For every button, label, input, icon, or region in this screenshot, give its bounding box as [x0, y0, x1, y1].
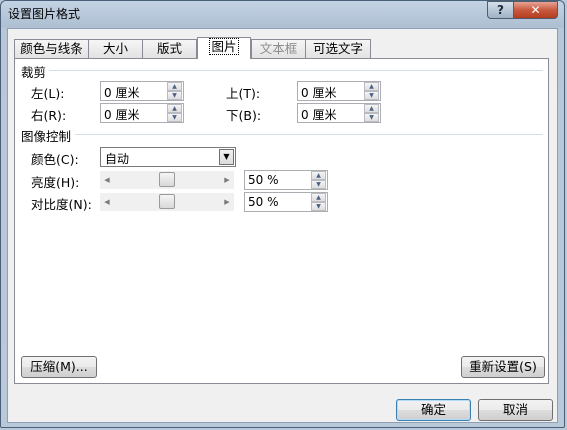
tab-label: 可选文字	[312, 41, 363, 56]
title-bar[interactable]: 设置图片格式 ? ✕	[1, 1, 564, 25]
cancel-button[interactable]: 取消	[478, 399, 553, 421]
crop-top-spinner[interactable]: 0 厘米 ▲ ▼	[297, 81, 381, 101]
spin-down-icon[interactable]: ▼	[167, 91, 182, 100]
crop-left-label: 左(L):	[31, 86, 65, 101]
crop-right-spinner[interactable]: 0 厘米 ▲ ▼	[100, 103, 184, 123]
arrow-left-icon[interactable]: ◀	[102, 196, 112, 208]
arrow-right-icon[interactable]: ▶	[222, 174, 232, 186]
brightness-value[interactable]: 50 %	[248, 173, 279, 187]
tab-label: 大小	[102, 41, 128, 56]
crop-top-label: 上(T):	[226, 86, 261, 101]
spin-down-icon[interactable]: ▼	[364, 113, 379, 122]
contrast-slider-thumb[interactable]	[159, 194, 175, 209]
brightness-slider[interactable]: ◀ ▶	[100, 171, 234, 189]
crop-right-value[interactable]: 0 厘米	[104, 106, 139, 123]
image-control-separator	[75, 134, 543, 135]
picture-panel: 裁剪 左(L): 0 厘米 ▲ ▼ 上(T): 0 厘米 ▲ ▼ 右(R): 0 厘…	[14, 58, 549, 384]
image-control-section-title: 图像控制	[21, 129, 72, 144]
color-select-value: 自动	[105, 152, 130, 166]
spin-down-icon[interactable]: ▼	[311, 202, 326, 211]
brightness-label: 亮度(H):	[31, 175, 80, 190]
crop-left-value[interactable]: 0 厘米	[104, 84, 139, 101]
spin-up-icon[interactable]: ▲	[364, 82, 379, 91]
spin-up-icon[interactable]: ▲	[364, 104, 379, 113]
spin-down-icon[interactable]: ▼	[364, 91, 379, 100]
help-button[interactable]: ?	[487, 1, 514, 19]
contrast-spinner[interactable]: 50 % ▲ ▼	[244, 192, 328, 212]
arrow-left-icon[interactable]: ◀	[102, 174, 112, 186]
color-label: 颜色(C):	[31, 152, 79, 167]
tab-label: 版式	[156, 41, 182, 56]
tab-size[interactable]: 大小	[88, 39, 143, 58]
crop-section-title: 裁剪	[21, 65, 47, 80]
tab-alt-text[interactable]: 可选文字	[305, 39, 371, 58]
chevron-down-icon[interactable]: ▼	[219, 149, 234, 165]
arrow-right-icon[interactable]: ▶	[222, 196, 232, 208]
tab-color-lines[interactable]: 颜色与线条	[14, 39, 89, 58]
crop-left-spinner[interactable]: 0 厘米 ▲ ▼	[100, 81, 184, 101]
dialog-body: 颜色与线条 大小 版式 图片 文本框 可选文字 裁剪 左(L): 0 厘米 ▲ ▼…	[7, 28, 558, 423]
color-select[interactable]: 自动 ▼	[100, 147, 236, 167]
tab-label: 图片	[209, 38, 239, 55]
brightness-slider-thumb[interactable]	[159, 172, 175, 187]
spin-up-icon[interactable]: ▲	[167, 82, 182, 91]
contrast-label: 对比度(N):	[31, 197, 92, 212]
crop-bottom-label: 下(B):	[226, 108, 262, 123]
reset-button[interactable]: 重新设置(S)	[461, 356, 545, 378]
spin-down-icon[interactable]: ▼	[167, 113, 182, 122]
spin-down-icon[interactable]: ▼	[311, 180, 326, 189]
tab-textbox: 文本框	[251, 39, 306, 58]
contrast-value[interactable]: 50 %	[248, 195, 279, 209]
brightness-spinner[interactable]: 50 % ▲ ▼	[244, 170, 328, 190]
spin-up-icon[interactable]: ▲	[167, 104, 182, 113]
tab-picture[interactable]: 图片	[197, 37, 251, 59]
ok-button[interactable]: 确定	[396, 399, 471, 421]
tab-layout[interactable]: 版式	[142, 39, 197, 58]
crop-bottom-value[interactable]: 0 厘米	[301, 106, 336, 123]
dialog-window: 设置图片格式 ? ✕ 颜色与线条 大小 版式 图片 文本框 可选文字 裁剪 左(…	[0, 0, 565, 428]
crop-separator	[49, 70, 543, 71]
spin-up-icon[interactable]: ▲	[311, 193, 326, 202]
window-title: 设置图片格式	[8, 7, 81, 21]
spin-up-icon[interactable]: ▲	[311, 171, 326, 180]
crop-bottom-spinner[interactable]: 0 厘米 ▲ ▼	[297, 103, 381, 123]
tab-label: 文本框	[259, 41, 298, 56]
tab-label: 颜色与线条	[20, 41, 83, 56]
compress-button[interactable]: 压缩(M)...	[21, 356, 97, 378]
close-button[interactable]: ✕	[513, 1, 558, 19]
contrast-slider[interactable]: ◀ ▶	[100, 193, 234, 211]
crop-right-label: 右(R):	[31, 108, 67, 123]
crop-top-value[interactable]: 0 厘米	[301, 84, 336, 101]
